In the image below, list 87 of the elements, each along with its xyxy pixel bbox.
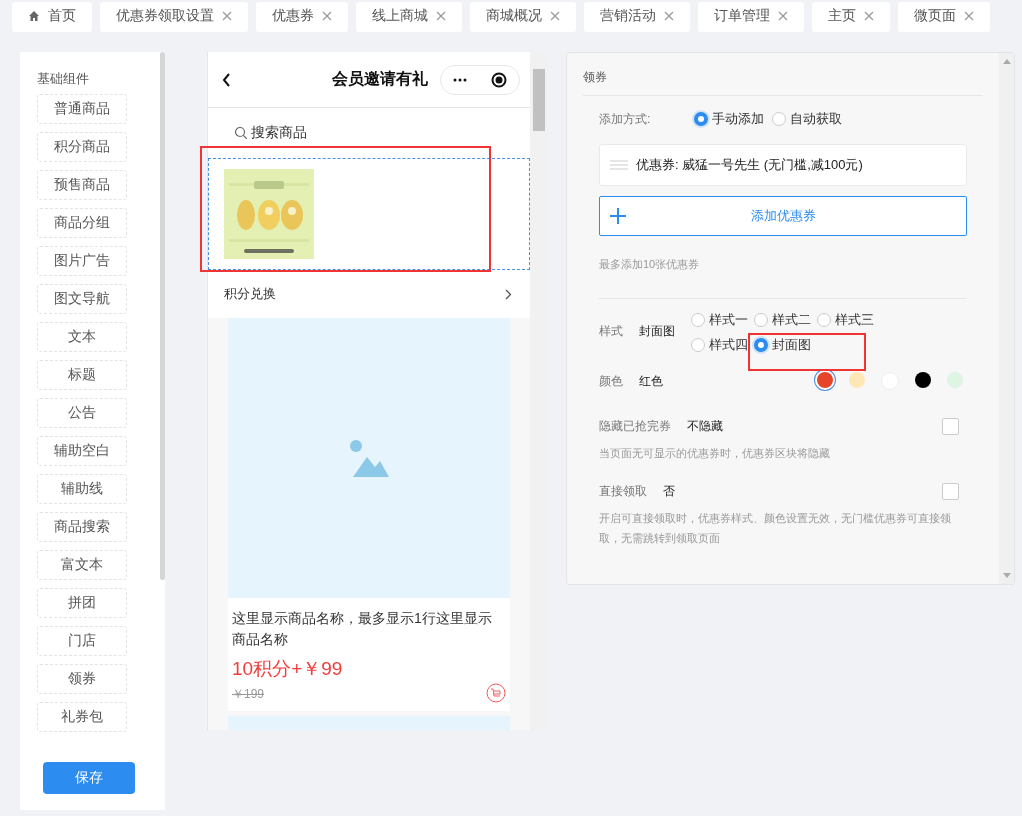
product-name: 这里显示商品名称，最多显示1行这里显示商品名称 — [232, 609, 493, 649]
add-coupon-button[interactable]: 添加优惠券 — [599, 196, 967, 236]
color-swatch[interactable] — [915, 372, 931, 388]
radio-option[interactable]: 样式一 — [691, 311, 748, 329]
hint-text: 开启可直接领取时，优惠券样式、颜色设置无效，无门槛优惠券可直接领取，无需跳转到领取页面 — [599, 511, 952, 546]
field-label: 颜色 — [599, 372, 623, 390]
image-icon — [349, 439, 389, 477]
sidebar-title: 基础组件 — [36, 70, 90, 88]
component-item[interactable]: 商品分组 — [37, 208, 127, 238]
page-tab[interactable]: 订单管理 — [698, 2, 804, 32]
product-card[interactable]: 这里显示商品名称，最多显示1行这里显示商品名称 10积分+￥99 ￥199 — [228, 318, 510, 711]
component-item[interactable]: 文本 — [37, 322, 127, 352]
close-icon[interactable] — [550, 11, 560, 21]
color-swatch[interactable] — [947, 372, 963, 388]
component-item[interactable]: 商品搜索 — [37, 512, 127, 542]
page-tab[interactable]: 主页 — [812, 2, 890, 32]
color-swatch[interactable] — [817, 372, 833, 388]
checkbox[interactable] — [942, 418, 959, 435]
hint-text: 当页面无可显示的优惠券时，优惠券区块将隐藏 — [599, 446, 831, 461]
more-icon[interactable] — [453, 77, 467, 82]
scrollbar[interactable] — [999, 53, 1014, 584]
component-item[interactable]: 领券 — [37, 664, 127, 694]
product-price: 10积分+￥99 — [232, 657, 344, 681]
field-value: 否 — [663, 483, 675, 500]
field-label: 添加方式: — [599, 110, 652, 128]
page-tab[interactable]: 优惠券 — [256, 2, 348, 32]
points-exchange-row[interactable]: 积分兑换 — [208, 270, 530, 318]
component-item[interactable]: 辅助空白 — [37, 436, 127, 466]
close-icon[interactable] — [664, 11, 674, 21]
radio-option[interactable]: 封面图 — [754, 336, 811, 354]
hint-text: 最多添加10张优惠券 — [599, 257, 701, 272]
component-item[interactable]: 公告 — [37, 398, 127, 428]
page-tab[interactable]: 商城概况 — [470, 2, 576, 32]
color-swatch[interactable] — [849, 372, 865, 388]
component-item[interactable]: 礼券包 — [37, 702, 127, 732]
component-item[interactable]: 图片广告 — [37, 246, 127, 276]
field-value: 红色 — [639, 372, 663, 390]
close-icon[interactable] — [964, 11, 974, 21]
coupon-block[interactable] — [208, 158, 530, 270]
radio-option[interactable]: 样式二 — [754, 311, 811, 329]
component-item[interactable]: 拼团 — [37, 588, 127, 618]
radio-option[interactable]: 手动添加 — [694, 110, 764, 128]
component-item[interactable]: 预售商品 — [37, 170, 127, 200]
record-icon[interactable] — [491, 71, 507, 88]
page-tab[interactable]: 线上商城 — [356, 2, 462, 32]
scrollbar[interactable] — [530, 52, 547, 730]
page-tab[interactable]: 优惠券领取设置 — [100, 2, 248, 32]
scroll-up-icon[interactable] — [1002, 59, 1011, 64]
coupon-item[interactable]: 优惠券: 威猛一号先生 (无门槛,减100元) — [599, 144, 967, 186]
component-item[interactable]: 图文导航 — [37, 284, 127, 314]
close-icon[interactable] — [864, 11, 874, 21]
points-exchange-label: 积分兑换 — [224, 285, 276, 303]
radio-option[interactable]: 样式四 — [691, 336, 748, 354]
search-field[interactable]: 搜索商品 — [208, 108, 530, 158]
component-item[interactable]: 辅助线 — [37, 474, 127, 504]
page-tab[interactable]: 营销活动 — [584, 2, 690, 32]
search-icon — [234, 126, 248, 140]
scrollbar-thumb[interactable] — [160, 52, 165, 580]
chevron-right-icon — [505, 288, 512, 300]
field-label: 样式 — [599, 323, 623, 340]
component-item[interactable]: 标题 — [37, 360, 127, 390]
close-icon[interactable] — [778, 11, 788, 21]
back-icon[interactable] — [222, 72, 231, 87]
field-value: 不隐藏 — [687, 418, 723, 435]
home-icon — [28, 10, 40, 22]
field-label: 隐藏已抢完券 — [599, 418, 671, 435]
checkbox[interactable] — [942, 483, 959, 500]
close-icon[interactable] — [222, 11, 232, 21]
scroll-down-icon[interactable] — [1002, 573, 1011, 578]
page-tab[interactable]: 首页 — [12, 2, 92, 32]
component-item[interactable]: 富文本 — [37, 550, 127, 580]
radio-option[interactable]: 自动获取 — [772, 110, 842, 128]
plus-icon — [610, 208, 626, 224]
original-price: ￥199 — [232, 686, 265, 703]
radio-option[interactable]: 样式三 — [817, 311, 874, 329]
phone-title: 会员邀请有礼 — [331, 69, 429, 89]
page-tab[interactable]: 微页面 — [898, 2, 990, 32]
field-value: 封面图 — [639, 323, 675, 340]
section-title: 领券 — [583, 53, 983, 96]
close-icon[interactable] — [322, 11, 332, 21]
component-item[interactable]: 门店 — [37, 626, 127, 656]
component-item[interactable]: 普通商品 — [37, 94, 127, 124]
drag-handle-icon[interactable] — [610, 160, 628, 170]
component-item[interactable]: 积分商品 — [37, 132, 127, 162]
cart-icon[interactable] — [486, 683, 506, 703]
close-icon[interactable] — [436, 11, 446, 21]
field-label: 直接领取 — [599, 483, 647, 500]
